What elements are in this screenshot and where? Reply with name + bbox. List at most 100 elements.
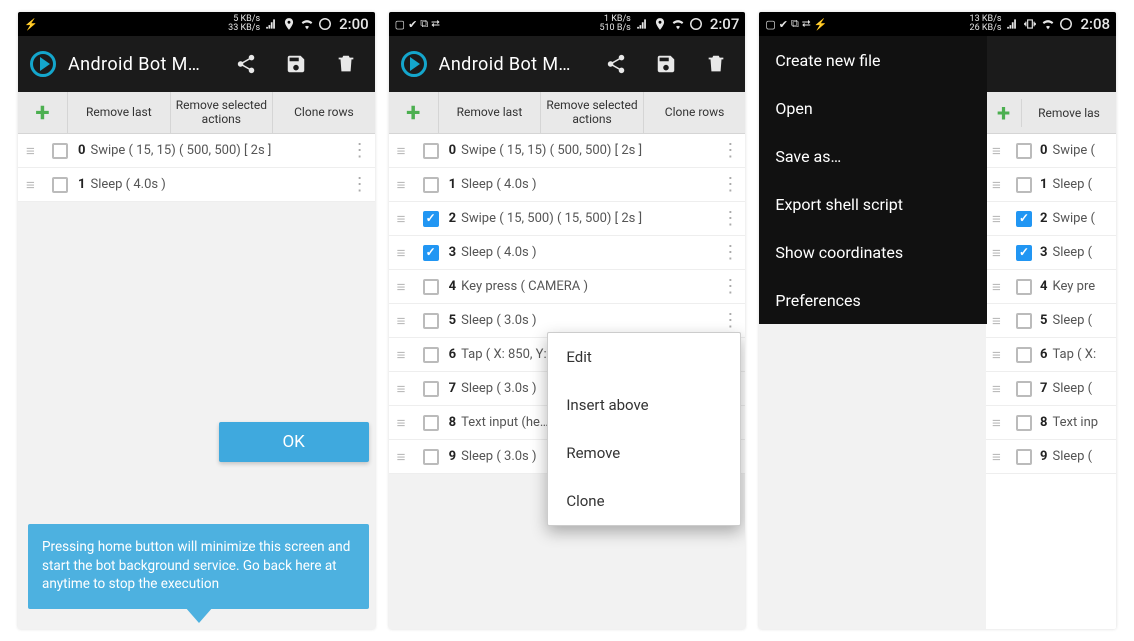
row-checkbox[interactable]	[423, 381, 439, 397]
context-menu-item[interactable]: Insert above	[548, 381, 740, 429]
row-menu-button[interactable]: ⋮	[721, 310, 739, 331]
overflow-menu-item[interactable]: Save as…	[759, 132, 987, 180]
row-menu-button[interactable]: ⋮	[721, 276, 739, 297]
action-row[interactable]: ≡3Sleep ( 4.0s )⋮	[389, 236, 746, 270]
share-button[interactable]	[225, 43, 267, 85]
add-action-button[interactable]: +	[18, 92, 68, 133]
row-menu-button[interactable]: ⋮	[721, 242, 739, 263]
drag-handle-icon[interactable]: ≡	[992, 346, 1010, 364]
drag-handle-icon[interactable]: ≡	[397, 278, 415, 296]
action-row[interactable]: ≡2Swipe (	[986, 202, 1116, 236]
row-checkbox[interactable]	[423, 177, 439, 193]
drag-handle-icon[interactable]: ≡	[992, 176, 1010, 194]
row-checkbox[interactable]	[423, 211, 439, 227]
drag-handle-icon[interactable]: ≡	[26, 142, 44, 160]
drag-handle-icon[interactable]: ≡	[397, 414, 415, 432]
network-speed: 1 KB/s 510 B/s	[599, 15, 630, 33]
drag-handle-icon[interactable]: ≡	[992, 448, 1010, 466]
row-menu-button[interactable]: ⋮	[721, 208, 739, 229]
drag-handle-icon[interactable]: ≡	[992, 244, 1010, 262]
row-checkbox[interactable]	[1016, 313, 1032, 329]
row-checkbox[interactable]	[1016, 381, 1032, 397]
delete-button[interactable]	[325, 43, 367, 85]
drag-handle-icon[interactable]: ≡	[992, 380, 1010, 398]
action-row[interactable]: ≡0Swipe (	[986, 134, 1116, 168]
context-menu-item[interactable]: Edit	[548, 333, 740, 381]
row-checkbox[interactable]	[423, 313, 439, 329]
add-action-button[interactable]: +	[389, 92, 439, 133]
action-row[interactable]: ≡5Sleep (	[986, 304, 1116, 338]
row-checkbox[interactable]	[1016, 177, 1032, 193]
action-row[interactable]: ≡1Sleep (	[986, 168, 1116, 202]
drag-handle-icon[interactable]: ≡	[397, 244, 415, 262]
drag-handle-icon[interactable]: ≡	[397, 448, 415, 466]
row-checkbox[interactable]	[423, 449, 439, 465]
remove-last-button[interactable]: Remove last	[68, 92, 171, 133]
save-button[interactable]	[275, 43, 317, 85]
drag-handle-icon[interactable]: ≡	[397, 346, 415, 364]
row-checkbox[interactable]	[52, 143, 68, 159]
ok-button[interactable]: OK	[219, 422, 369, 462]
row-menu-button[interactable]: ⋮	[351, 174, 369, 195]
row-checkbox[interactable]	[423, 415, 439, 431]
clone-rows-button[interactable]: Clone rows	[273, 92, 375, 133]
overflow-menu-item[interactable]: Open	[759, 84, 987, 132]
row-checkbox[interactable]	[1016, 245, 1032, 261]
remove-selected-button[interactable]: Remove selected actions	[541, 92, 644, 133]
action-row[interactable]: ≡8Text inp	[986, 406, 1116, 440]
drag-handle-icon[interactable]: ≡	[397, 380, 415, 398]
drag-handle-icon[interactable]: ≡	[397, 210, 415, 228]
action-row[interactable]: ≡6Tap ( X:	[986, 338, 1116, 372]
row-checkbox[interactable]	[423, 245, 439, 261]
drag-handle-icon[interactable]: ≡	[992, 210, 1010, 228]
action-row[interactable]: ≡3Sleep (	[986, 236, 1116, 270]
drag-handle-icon[interactable]: ≡	[992, 142, 1010, 160]
save-button[interactable]	[645, 43, 687, 85]
row-index: 6	[1040, 347, 1047, 362]
row-checkbox[interactable]	[1016, 279, 1032, 295]
delete-button[interactable]	[695, 43, 737, 85]
action-row[interactable]: ≡0Swipe ( 15, 15) ( 500, 500) [ 2s ]⋮	[18, 134, 375, 168]
row-checkbox[interactable]	[423, 143, 439, 159]
action-row[interactable]: ≡2Swipe ( 15, 500) ( 15, 500) [ 2s ]⋮	[389, 202, 746, 236]
clone-rows-button[interactable]: Clone rows	[644, 92, 746, 133]
drag-handle-icon[interactable]: ≡	[992, 278, 1010, 296]
add-action-button[interactable]: +	[986, 99, 1022, 127]
row-menu-button[interactable]: ⋮	[721, 174, 739, 195]
app-logo-icon[interactable]	[401, 51, 427, 77]
row-menu-button[interactable]: ⋮	[351, 140, 369, 161]
remove-last-button[interactable]: Remove las	[1022, 106, 1116, 120]
row-checkbox[interactable]	[1016, 449, 1032, 465]
row-menu-button[interactable]: ⋮	[721, 140, 739, 161]
action-row[interactable]: ≡1Sleep ( 4.0s )⋮	[389, 168, 746, 202]
overflow-menu-item[interactable]: Preferences	[759, 276, 987, 324]
action-row[interactable]: ≡1Sleep ( 4.0s )⋮	[18, 168, 375, 202]
drag-handle-icon[interactable]: ≡	[397, 312, 415, 330]
row-checkbox[interactable]	[423, 279, 439, 295]
action-row[interactable]: ≡0Swipe ( 15, 15) ( 500, 500) [ 2s ]⋮	[389, 134, 746, 168]
drag-handle-icon[interactable]: ≡	[26, 176, 44, 194]
row-checkbox[interactable]	[1016, 347, 1032, 363]
action-row[interactable]: ≡7Sleep (	[986, 372, 1116, 406]
row-checkbox[interactable]	[1016, 415, 1032, 431]
drag-handle-icon[interactable]: ≡	[397, 176, 415, 194]
share-button[interactable]	[595, 43, 637, 85]
row-checkbox[interactable]	[1016, 211, 1032, 227]
row-checkbox[interactable]	[52, 177, 68, 193]
overflow-menu-item[interactable]: Export shell script	[759, 180, 987, 228]
app-logo-icon[interactable]	[30, 51, 56, 77]
row-checkbox[interactable]	[1016, 143, 1032, 159]
action-row[interactable]: ≡4Key press ( CAMERA )⋮	[389, 270, 746, 304]
remove-last-button[interactable]: Remove last	[439, 92, 542, 133]
context-menu-item[interactable]: Clone	[548, 477, 740, 525]
overflow-menu-item[interactable]: Show coordinates	[759, 228, 987, 276]
remove-selected-button[interactable]: Remove selected actions	[171, 92, 274, 133]
row-checkbox[interactable]	[423, 347, 439, 363]
drag-handle-icon[interactable]: ≡	[992, 414, 1010, 432]
action-row[interactable]: ≡4Key pre	[986, 270, 1116, 304]
context-menu-item[interactable]: Remove	[548, 429, 740, 477]
drag-handle-icon[interactable]: ≡	[992, 312, 1010, 330]
drag-handle-icon[interactable]: ≡	[397, 142, 415, 160]
action-row[interactable]: ≡9Sleep (	[986, 440, 1116, 474]
overflow-menu-item[interactable]: Create new file	[759, 36, 987, 84]
